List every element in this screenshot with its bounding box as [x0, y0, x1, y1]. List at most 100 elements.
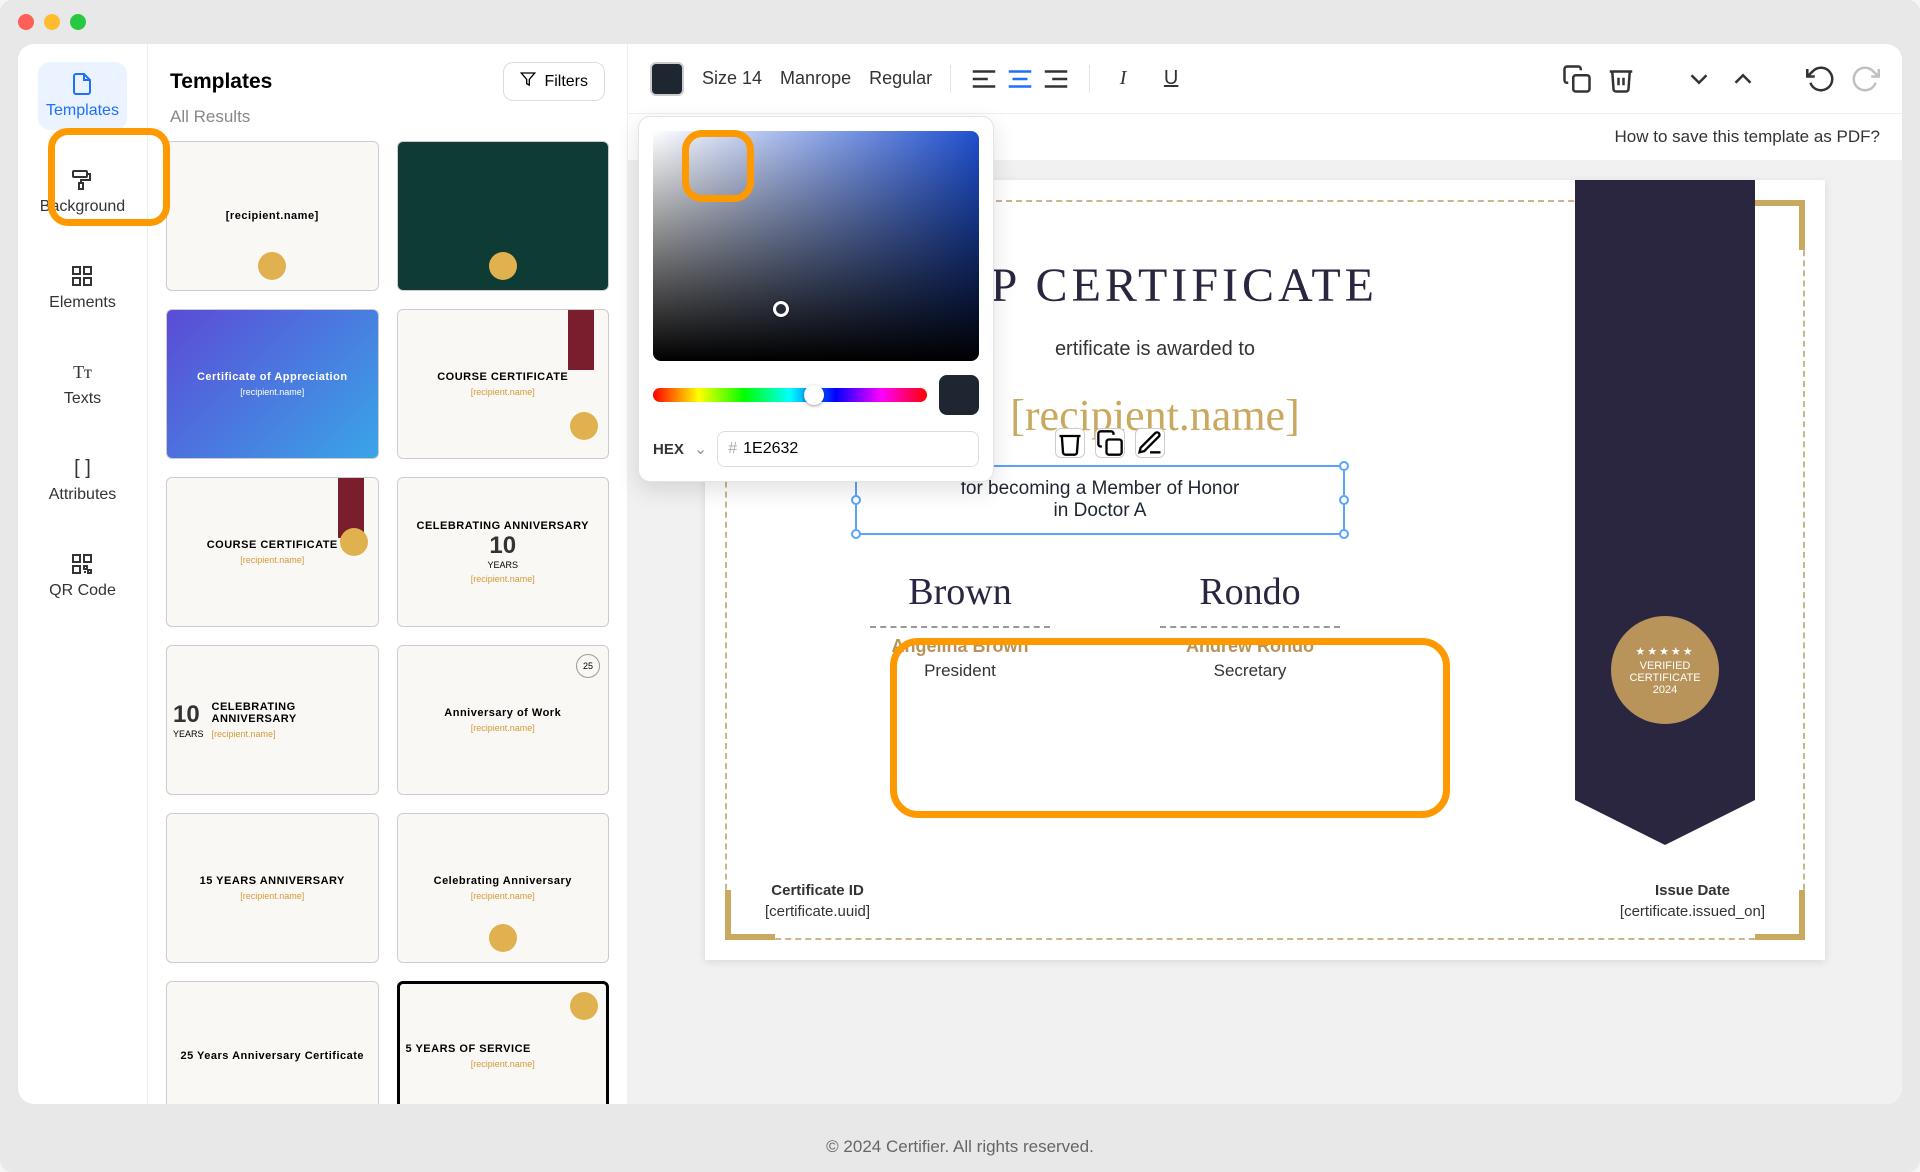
text-color-swatch[interactable] [650, 62, 684, 96]
resize-handle[interactable] [851, 495, 861, 505]
meta-block[interactable]: Issue Date [certificate.issued_on] [1620, 882, 1765, 920]
template-card[interactable]: 10YEARSCELEBRATING ANNIVERSARY[recipient… [166, 645, 379, 795]
underline-button[interactable]: U [1156, 64, 1186, 94]
template-card[interactable]: 25 Years Anniversary Certificate [166, 981, 379, 1104]
delete-button[interactable] [1606, 64, 1636, 94]
chevron-down-icon[interactable]: ⌄ [694, 439, 707, 459]
template-card[interactable]: 15 YEARS ANNIVERSARY[recipient.name] [166, 813, 379, 963]
resize-handle[interactable] [1339, 495, 1349, 505]
rail-item-texts[interactable]: Tᴛ Texts [56, 350, 109, 418]
align-group [969, 64, 1071, 94]
signature-line [870, 626, 1050, 628]
signature-line [1160, 626, 1340, 628]
window-titlebar [0, 0, 1920, 44]
edit-element-button[interactable] [1135, 428, 1165, 458]
rail-item-qrcode[interactable]: QR Code [41, 542, 124, 610]
separator [1089, 65, 1090, 93]
rail-item-templates[interactable]: Templates [38, 62, 127, 130]
resize-handle[interactable] [851, 529, 861, 539]
grid-icon [70, 264, 94, 288]
templates-grid: [recipient.name] Certificate of Apprecia… [148, 141, 627, 1104]
font-family-control[interactable]: Manrope [780, 68, 851, 89]
hex-input-wrapper: # [717, 431, 979, 467]
qr-icon [70, 552, 94, 576]
delete-element-button[interactable] [1055, 428, 1085, 458]
rail-item-elements[interactable]: Elements [41, 254, 124, 322]
help-link[interactable]: How to save this template as PDF? [1614, 127, 1880, 147]
duplicate-element-button[interactable] [1095, 428, 1125, 458]
hash-prefix: # [728, 440, 737, 458]
signature-script: Brown [908, 570, 1011, 614]
rail-label: Templates [46, 102, 119, 120]
bring-forward-button[interactable] [1728, 64, 1758, 94]
template-card[interactable] [397, 141, 610, 291]
seal-stars: ★★★★★ [1635, 645, 1694, 658]
seal-text: CERTIFICATE [1629, 672, 1700, 684]
hue-slider[interactable] [653, 388, 927, 402]
verified-seal[interactable]: ★★★★★ VERIFIED CERTIFICATE 2024 [1605, 610, 1725, 730]
sv-cursor[interactable] [773, 301, 789, 317]
filters-button[interactable]: Filters [503, 62, 605, 101]
file-icon [70, 72, 94, 96]
signature-fullname: Andrew Rondo [1186, 636, 1314, 657]
resize-handle[interactable] [1339, 529, 1349, 539]
templates-title: Templates [170, 70, 272, 94]
text-toolbar: Size 14 Manrope Regular I U [628, 44, 1902, 114]
signature-block[interactable]: Brown Angelina Brown President [870, 570, 1050, 681]
rail-item-attributes[interactable]: [ ] Attributes [41, 446, 125, 514]
template-card[interactable]: Celebrating Anniversary[recipient.name] [397, 813, 610, 963]
signature-script: Rondo [1199, 570, 1300, 614]
meta-label: Issue Date [1620, 882, 1765, 899]
template-card[interactable]: CELEBRATING ANNIVERSARY10YEARS[recipient… [397, 477, 610, 627]
signature-block[interactable]: Rondo Andrew Rondo Secretary [1160, 570, 1340, 681]
signature-role: Secretary [1214, 661, 1287, 681]
template-card[interactable]: Anniversary of Work[recipient.name]25 [397, 645, 610, 795]
undo-button[interactable] [1806, 64, 1836, 94]
italic-button[interactable]: I [1108, 64, 1138, 94]
resize-handle[interactable] [1339, 461, 1349, 471]
duplicate-button[interactable] [1562, 64, 1592, 94]
template-card[interactable]: COURSE CERTIFICATE[recipient.name] [166, 477, 379, 627]
current-color-swatch [939, 375, 979, 415]
send-backward-button[interactable] [1684, 64, 1714, 94]
left-rail: Templates Background Elements Tᴛ Texts [… [18, 44, 148, 1104]
signature-fullname: Angelina Brown [891, 636, 1028, 657]
template-card[interactable]: [recipient.name] [166, 141, 379, 291]
align-right-button[interactable] [1041, 64, 1071, 94]
body-line: for becoming a Member of Honor [961, 478, 1240, 500]
rail-label: Texts [64, 390, 101, 408]
meta-label: Certificate ID [765, 882, 870, 899]
rail-item-background[interactable]: Background [32, 158, 133, 226]
color-picker-popover: HEX ⌄ # [638, 116, 994, 482]
templates-panel: Templates Filters All Results [recipient… [148, 44, 628, 1104]
certificate-meta-row: Certificate ID [certificate.uuid] Issue … [765, 882, 1765, 920]
redo-button[interactable] [1850, 64, 1880, 94]
rail-label: Attributes [49, 486, 117, 504]
minimize-window-button[interactable] [44, 14, 60, 30]
meta-value: [certificate.issued_on] [1620, 903, 1765, 920]
hue-thumb[interactable] [804, 385, 824, 405]
filters-label: Filters [544, 73, 588, 91]
template-card[interactable]: COURSE CERTIFICATE[recipient.name] [397, 309, 610, 459]
saturation-value-picker[interactable] [653, 131, 979, 361]
hex-input[interactable] [743, 440, 968, 458]
rail-label: QR Code [49, 582, 116, 600]
template-card[interactable]: 5 YEARS OF SERVICE[recipient.name] [397, 981, 610, 1104]
meta-block[interactable]: Certificate ID [certificate.uuid] [765, 882, 870, 920]
roller-icon [70, 168, 94, 192]
selection-actions [1055, 428, 1165, 458]
text-icon: Tᴛ [71, 360, 95, 384]
footer-text: © 2024 Certifier. All rights reserved. [0, 1122, 1920, 1172]
template-card[interactable]: Certificate of Appreciation[recipient.na… [166, 309, 379, 459]
body-line: in Doctor A [1054, 500, 1147, 522]
close-window-button[interactable] [18, 14, 34, 30]
font-weight-control[interactable]: Regular [869, 68, 932, 89]
seal-text: VERIFIED [1640, 660, 1691, 672]
hex-label: HEX [653, 441, 684, 458]
maximize-window-button[interactable] [70, 14, 86, 30]
rail-label: Elements [49, 294, 116, 312]
editor-area: Size 14 Manrope Regular I U [628, 44, 1902, 1104]
align-left-button[interactable] [969, 64, 999, 94]
font-size-control[interactable]: Size 14 [702, 68, 762, 89]
align-center-button[interactable] [1005, 64, 1035, 94]
